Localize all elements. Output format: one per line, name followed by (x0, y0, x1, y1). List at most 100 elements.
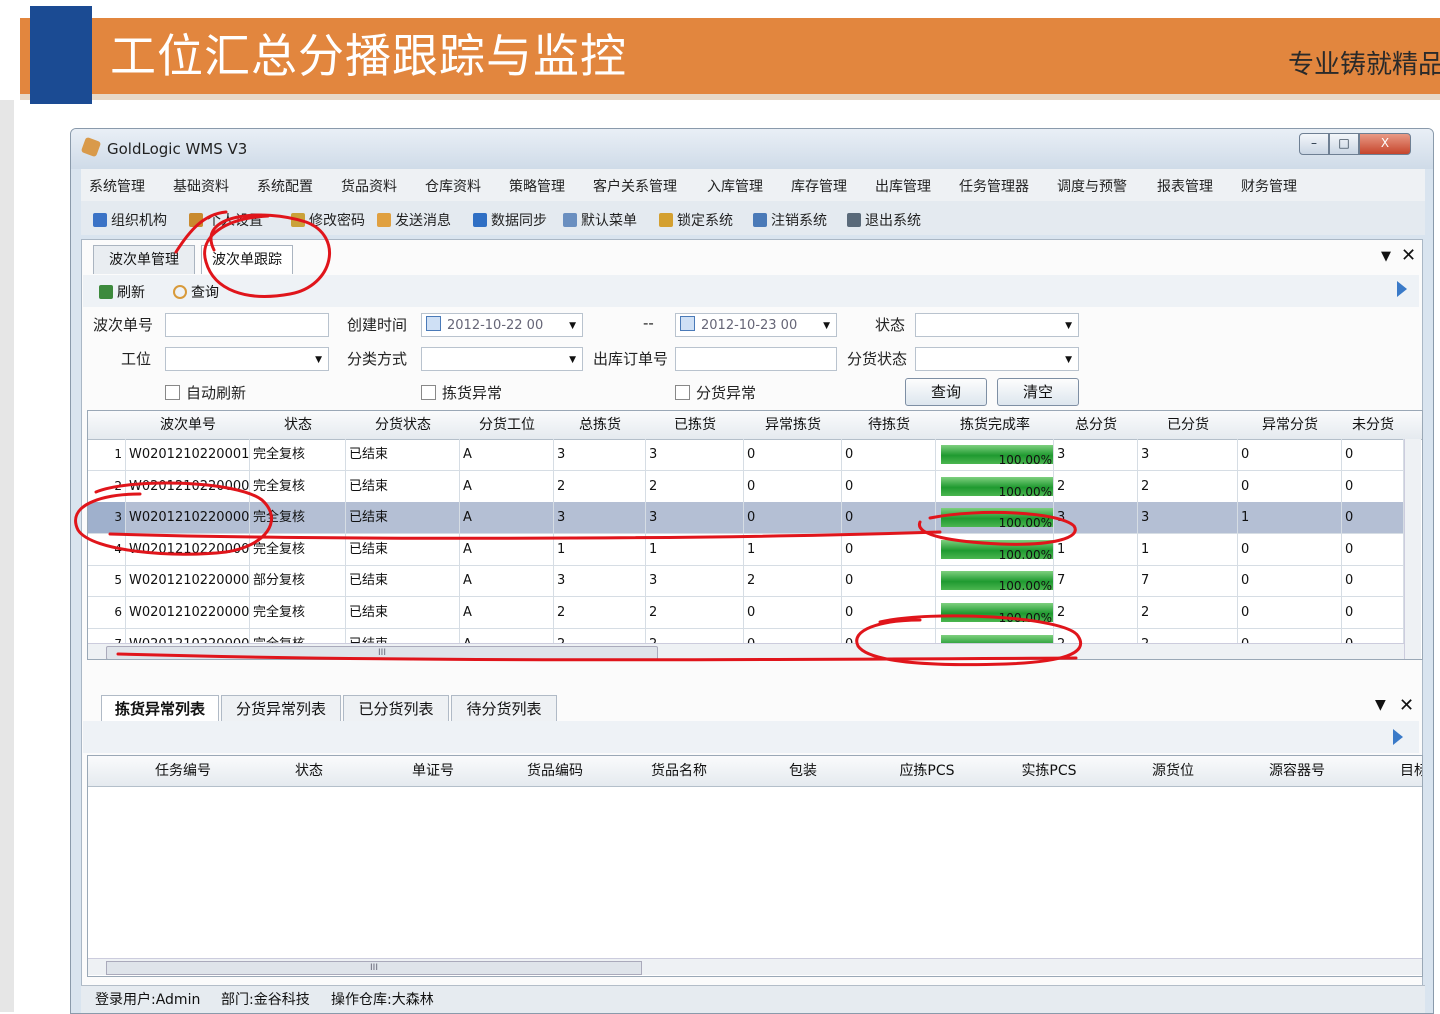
table-cell[interactable]: 7 (1054, 565, 1138, 597)
table-row[interactable]: 1 W02012102200010 完全复核 已结束 A 3 3 0 0 100.00% 3 3 0 0 (88, 439, 1404, 471)
vertical-scrollbar[interactable] (1404, 439, 1421, 659)
query-toolbar-button[interactable]: 查询 (173, 282, 219, 302)
table-cell[interactable]: 0 (1238, 470, 1342, 502)
toolbar-button[interactable]: 注销系统 (753, 210, 827, 230)
row-number[interactable]: 6 (88, 597, 126, 628)
column-header[interactable]: 总分货 (1054, 411, 1138, 439)
menu-item[interactable]: 系统配置 (257, 176, 313, 196)
table-cell[interactable]: A (460, 533, 554, 565)
tab-dropdown-icon[interactable]: ▼ (1381, 249, 1391, 264)
column-header[interactable]: 货品编码 (500, 756, 610, 786)
menu-item[interactable]: 报表管理 (1157, 176, 1213, 196)
created-from-picker[interactable]: 2012-10-22 00 (421, 313, 583, 338)
table-cell[interactable]: 3 (554, 502, 646, 534)
table-cell[interactable]: 2 (1054, 470, 1138, 502)
column-header[interactable]: 货品名称 (624, 756, 734, 786)
table-cell[interactable]: 0 (1342, 439, 1404, 470)
table-cell[interactable]: 100.00% (936, 470, 1054, 502)
row-number[interactable]: 2 (88, 470, 126, 502)
table-cell[interactable]: 1 (1138, 533, 1238, 565)
close-panel-icon[interactable]: ✕ (1399, 695, 1414, 716)
station-select[interactable] (165, 347, 329, 372)
table-cell[interactable]: 已结束 (346, 565, 460, 597)
close-tab-icon[interactable]: ✕ (1401, 245, 1416, 266)
tab-sorted-list[interactable]: 已分货列表 (343, 695, 449, 722)
status-select[interactable] (915, 313, 1079, 338)
table-cell[interactable]: 2 (1054, 597, 1138, 628)
column-header[interactable]: 状态 (250, 411, 346, 439)
table-cell[interactable]: 部分复核 (250, 565, 346, 597)
column-header[interactable]: 应拣PCS (872, 756, 982, 786)
table-cell[interactable]: W02012102200007 (126, 533, 250, 565)
menu-item[interactable]: 系统管理 (89, 176, 145, 196)
table-cell[interactable]: 3 (554, 439, 646, 470)
column-header[interactable]: 源货位 (1118, 756, 1228, 786)
table-cell[interactable]: 已结束 (346, 470, 460, 502)
toolbar-button[interactable]: 发送消息 (377, 210, 451, 230)
scroll-thumb[interactable]: III (106, 961, 642, 975)
column-header[interactable]: 包装 (748, 756, 858, 786)
table-cell[interactable]: W02012102200009 (126, 470, 250, 502)
created-to-picker[interactable]: 2012-10-23 00 (675, 313, 837, 338)
column-header[interactable]: 分货状态 (346, 411, 460, 439)
table-cell[interactable]: 0 (744, 470, 842, 502)
table-row[interactable]: 6 W02012102200005 完全复核 已结束 A 2 2 0 0 100.00% 2 2 0 0 (88, 597, 1404, 629)
table-cell[interactable]: 1 (1238, 502, 1342, 534)
query-button[interactable]: 查询 (905, 378, 987, 406)
table-cell[interactable]: A (460, 470, 554, 502)
table-cell[interactable]: 0 (1342, 565, 1404, 597)
table-cell[interactable]: 完全复核 (250, 470, 346, 502)
toolbar-button[interactable]: 退出系统 (847, 210, 921, 230)
table-cell[interactable]: 0 (842, 565, 936, 597)
sort-status-select[interactable] (915, 347, 1079, 372)
panel-pin-icon[interactable]: ▼ (1375, 697, 1386, 713)
row-number[interactable]: 5 (88, 565, 126, 597)
table-cell[interactable]: 0 (842, 502, 936, 534)
table-cell[interactable]: 100.00% (936, 439, 1054, 470)
table-cell[interactable]: 1 (1054, 533, 1138, 565)
table-cell[interactable]: 0 (744, 597, 842, 628)
column-header[interactable]: 实拣PCS (994, 756, 1104, 786)
column-header[interactable]: 状态 (254, 756, 364, 786)
column-header[interactable]: 单证号 (378, 756, 488, 786)
menu-item[interactable]: 出库管理 (875, 176, 931, 196)
table-cell[interactable]: 已结束 (346, 439, 460, 470)
toolbar-button[interactable]: 修改密码 (291, 210, 365, 230)
column-header[interactable]: 拣货完成率 (936, 411, 1054, 439)
column-header[interactable]: 异常分货 (1238, 411, 1342, 439)
table-row[interactable]: 5 W02012102200006 部分复核 已结束 A 3 3 2 0 100.00% 7 7 0 0 (88, 565, 1404, 598)
table-cell[interactable]: 2 (1138, 597, 1238, 628)
menu-item[interactable]: 任务管理器 (959, 176, 1029, 196)
table-cell[interactable]: A (460, 439, 554, 470)
tab-pending-sort[interactable]: 待分货列表 (451, 695, 557, 722)
expand-arrow-icon[interactable] (1397, 281, 1407, 297)
table-cell[interactable]: 0 (744, 502, 842, 534)
table-cell[interactable]: 0 (842, 597, 936, 628)
horizontal-scrollbar[interactable]: III (88, 643, 1404, 659)
row-number[interactable]: 4 (88, 533, 126, 565)
column-header[interactable]: 已分货 (1138, 411, 1238, 439)
table-cell[interactable]: A (460, 597, 554, 628)
table-cell[interactable]: 0 (1342, 502, 1404, 534)
toolbar-button[interactable]: 个人设置 (189, 210, 263, 230)
column-header[interactable]: 分货工位 (460, 411, 554, 439)
table-cell[interactable]: 3 (1054, 439, 1138, 470)
table-cell[interactable]: W02012102200010 (126, 439, 250, 470)
table-cell[interactable]: 3 (646, 565, 744, 597)
table-cell[interactable]: 0 (744, 439, 842, 470)
table-cell[interactable]: 完全复核 (250, 502, 346, 534)
wave-no-input[interactable] (165, 313, 329, 337)
table-cell[interactable]: 3 (554, 565, 646, 597)
column-header[interactable]: 目标货 (1366, 756, 1422, 786)
menu-item[interactable]: 财务管理 (1241, 176, 1297, 196)
table-cell[interactable]: 0 (1342, 597, 1404, 628)
scroll-thumb[interactable]: III (106, 646, 658, 659)
table-cell[interactable]: 1 (554, 533, 646, 565)
clear-button[interactable]: 清空 (997, 378, 1079, 406)
table-cell[interactable]: 2 (744, 565, 842, 597)
pick-exception-checkbox[interactable]: 拣货异常 (421, 382, 502, 403)
menu-item[interactable]: 仓库资料 (425, 176, 481, 196)
table-cell[interactable]: 100.00% (936, 565, 1054, 597)
toolbar-button[interactable]: 默认菜单 (563, 210, 637, 230)
table-cell[interactable]: 0 (842, 470, 936, 502)
